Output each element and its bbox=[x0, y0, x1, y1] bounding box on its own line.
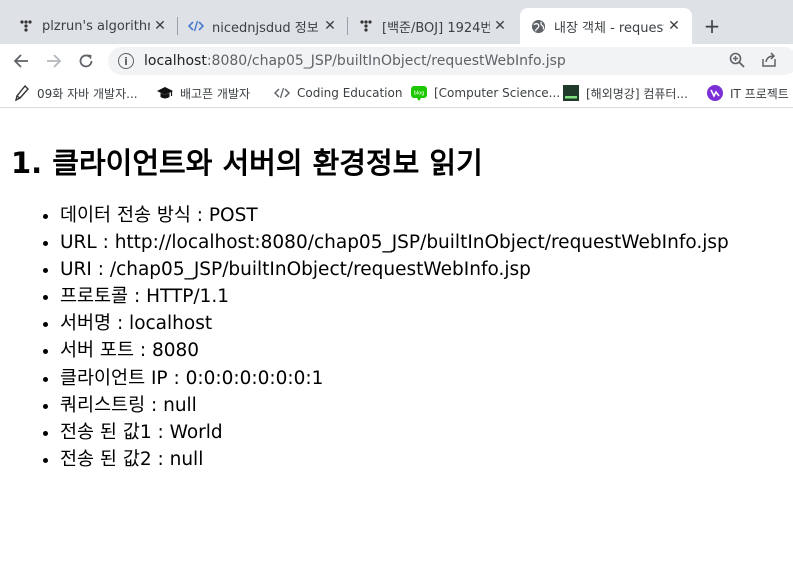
tab-nicednjsdud[interactable]: nicednjsdud 정보 ✕ bbox=[178, 8, 348, 44]
bookmark-item[interactable]: Coding Education bbox=[274, 84, 402, 102]
close-icon[interactable]: ✕ bbox=[490, 16, 510, 36]
bookmark-item[interactable]: 09화 자바 개발자... bbox=[14, 84, 138, 102]
list-item-server-port: 서버 포트 : 8080 bbox=[60, 337, 729, 364]
close-icon[interactable]: ✕ bbox=[320, 16, 340, 36]
page-content: 1. 클라이언트와 서버의 환경정보 읽기 데이터 전송 방식 : POST U… bbox=[0, 108, 793, 566]
browser-toolbar: i localhost:8080/chap05_JSP/builtInObjec… bbox=[0, 44, 793, 78]
url-host: localhost bbox=[144, 53, 207, 69]
bookmark-item[interactable]: [해외명강] 컴퓨터... bbox=[563, 84, 688, 102]
list-item-protocol: 프로토콜 : HTTP/1.1 bbox=[60, 283, 729, 310]
tab-plzrun[interactable]: plzrun's algorithm ✕ bbox=[8, 8, 178, 44]
back-button[interactable] bbox=[9, 49, 33, 73]
tab-label: 내장 객체 - request bbox=[554, 20, 664, 36]
bookmark-label: IT 프로젝트 bbox=[730, 86, 789, 101]
address-bar[interactable]: i localhost:8080/chap05_JSP/builtInObjec… bbox=[108, 47, 793, 75]
list-item-uri: URI : /chap05_JSP/builtInObject/requestW… bbox=[60, 256, 729, 283]
terminal-icon bbox=[563, 85, 579, 101]
info-icon[interactable]: i bbox=[118, 53, 134, 69]
page-heading: 1. 클라이언트와 서버의 환경정보 읽기 bbox=[11, 146, 483, 180]
tab-label: [백준/BOJ] 1924번 bbox=[382, 20, 490, 36]
bookmark-label: Coding Education bbox=[297, 86, 403, 100]
bookmark-item[interactable]: blog [Computer Science... bbox=[411, 84, 560, 102]
forward-button[interactable] bbox=[42, 49, 66, 73]
reload-icon bbox=[79, 54, 93, 68]
bookmark-label: [Computer Science... bbox=[434, 86, 561, 100]
arrow-right-icon bbox=[47, 54, 62, 68]
tab-label: plzrun's algorithm bbox=[42, 18, 150, 34]
share-icon[interactable] bbox=[760, 51, 780, 71]
tab-request-active[interactable]: 내장 객체 - request ✕ bbox=[520, 8, 692, 44]
graduation-cap-icon bbox=[157, 85, 173, 101]
env-info-list: 데이터 전송 방식 : POST URL : http://localhost:… bbox=[0, 202, 729, 473]
list-item-method: 데이터 전송 방식 : POST bbox=[60, 202, 729, 229]
list-item-value2: 전송 된 값2 : null bbox=[60, 446, 729, 473]
bookmark-item[interactable]: IT 프로젝트 bbox=[707, 84, 789, 102]
close-icon[interactable]: ✕ bbox=[150, 16, 170, 36]
zoom-icon[interactable] bbox=[728, 51, 748, 71]
reload-button[interactable] bbox=[74, 49, 98, 73]
close-icon[interactable]: ✕ bbox=[664, 16, 684, 36]
new-tab-button[interactable]: + bbox=[700, 14, 724, 38]
bookmark-label: [해외명강] 컴퓨터... bbox=[586, 86, 688, 101]
bookmarks-bar: 09화 자바 개발자... 배고픈 개발자 Coding Education b… bbox=[0, 78, 793, 108]
list-item-url: URL : http://localhost:8080/chap05_JSP/b… bbox=[60, 229, 729, 256]
list-item-query-string: 쿼리스트링 : null bbox=[60, 392, 729, 419]
bookmark-label: 배고픈 개발자 bbox=[180, 86, 251, 101]
list-item-value1: 전송 된 값1 : World bbox=[60, 419, 729, 446]
svg-text:blog: blog bbox=[414, 90, 425, 96]
pen-nib-icon bbox=[14, 85, 30, 101]
list-item-server-name: 서버명 : localhost bbox=[60, 310, 729, 337]
blog-icon: blog bbox=[411, 85, 427, 101]
url-path: :8080/chap05_JSP/builtInObject/requestWe… bbox=[206, 53, 566, 69]
tab-boj-1924[interactable]: [백준/BOJ] 1924번 ✕ bbox=[348, 8, 518, 44]
purple-logo-icon bbox=[707, 85, 723, 101]
url-text[interactable]: localhost:8080/chap05_JSP/builtInObject/… bbox=[144, 53, 566, 69]
tab-strip: plzrun's algorithm ✕ nicednjsdud 정보 ✕ [백… bbox=[0, 0, 793, 44]
tab-label: nicednjsdud 정보 bbox=[212, 20, 319, 36]
bookmark-item[interactable]: 배고픈 개발자 bbox=[157, 84, 250, 102]
tistory-icon bbox=[18, 18, 34, 34]
tistory-icon bbox=[358, 18, 374, 34]
arrow-left-icon bbox=[13, 54, 28, 68]
code-brackets-icon bbox=[274, 85, 290, 101]
code-brackets-icon bbox=[188, 18, 204, 34]
list-item-client-ip: 클라이언트 IP : 0:0:0:0:0:0:0:1 bbox=[60, 365, 729, 392]
bookmark-label: 09화 자바 개발자... bbox=[37, 86, 138, 101]
globe-icon bbox=[530, 18, 546, 34]
